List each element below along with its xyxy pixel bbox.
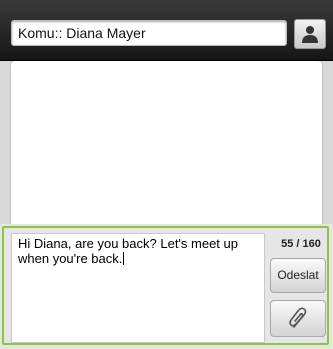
person-icon [302,26,318,43]
contact-picker-button[interactable] [294,19,326,49]
paperclip-icon [289,307,307,328]
send-button[interactable]: Odeslat [270,258,326,293]
recipient-field[interactable]: Komu:: Diana Mayer [11,20,287,46]
attach-button[interactable] [270,300,326,337]
conversation-area [0,61,333,227]
conversation-list [11,61,322,227]
recipient-name: Diana Mayer [66,25,146,41]
char-counter: 55 / 160 [281,238,321,250]
message-text: Hi Diana, are you back? Let's meet up wh… [18,236,238,266]
message-input[interactable]: Hi Diana, are you back? Let's meet up wh… [11,233,265,343]
text-caret [123,252,125,265]
recipient-label: Komu:: [18,25,63,41]
